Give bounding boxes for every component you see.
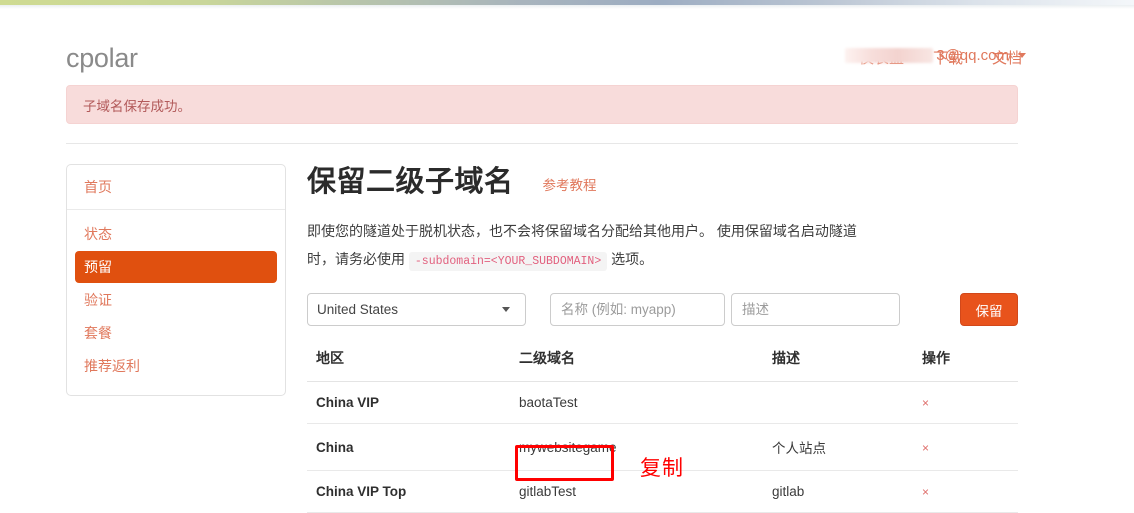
cell-region: China (307, 423, 510, 471)
page-title: 保留二级子域名 (307, 166, 514, 198)
alert-message: 子域名保存成功。 (83, 98, 191, 114)
main-content: 保留二级子域名 参考教程 即使您的隧道处于脱机状态，也不会将保留域名分配给其他用… (307, 164, 1018, 276)
site-header: cpolar 仪表盘 下载 文档 3@qq.com (0, 9, 1134, 72)
sidebar-item-label: 预留 (84, 259, 112, 275)
column-header-subdomain: 二级域名 (510, 340, 763, 382)
cell-description: 个人站点 (763, 423, 913, 471)
cell-action: × (913, 381, 1018, 424)
table-header-row: 地区 二级域名 描述 操作 (307, 340, 1018, 382)
reserved-domains-table: 地区 二级域名 描述 操作 China VIP baotaTest × Chin… (307, 340, 1018, 513)
sidebar-item-label: 套餐 (84, 325, 112, 341)
sidebar-item-home[interactable]: 首页 (67, 165, 285, 210)
table-head: 地区 二级域名 描述 操作 (307, 340, 1018, 382)
redacted-email-blur (845, 48, 934, 63)
sidebar-item-reserved[interactable]: 预留 (75, 251, 277, 283)
column-header-action: 操作 (913, 340, 1018, 382)
title-row: 保留二级子域名 参考教程 (307, 164, 1018, 202)
description-text-2: 选项。 (607, 250, 654, 267)
delete-icon[interactable]: × (922, 441, 929, 455)
cell-region: China VIP (307, 381, 510, 424)
sidebar-item-auth[interactable]: 验证 (75, 284, 277, 316)
cell-action: × (913, 423, 1018, 471)
sidebar-item-status[interactable]: 状态 (75, 218, 277, 250)
sidebar-item-plan[interactable]: 套餐 (75, 317, 277, 349)
cell-subdomain: mywebsitegame (510, 423, 763, 471)
sidebar-item-label: 验证 (84, 292, 112, 308)
sidebar-item-label: 状态 (84, 226, 112, 242)
region-select[interactable]: United States (307, 293, 526, 326)
status-alert: 子域名保存成功。 (66, 85, 1018, 124)
user-menu[interactable]: 3@qq.com (845, 47, 1026, 64)
chevron-down-icon (1018, 53, 1026, 58)
table-body: China VIP baotaTest × China mywebsitegam… (307, 381, 1018, 513)
sidebar-item-referral[interactable]: 推荐返利 (75, 350, 277, 382)
tutorial-link[interactable]: 参考教程 (543, 174, 597, 194)
cell-subdomain: gitlabTest (510, 470, 763, 513)
table-row: China VIP Top gitlabTest gitlab × (307, 470, 1018, 513)
delete-icon[interactable]: × (922, 485, 929, 499)
column-header-region: 地区 (307, 340, 510, 382)
table-row: China mywebsitegame 个人站点 × (307, 423, 1018, 471)
description-input[interactable] (731, 293, 900, 326)
cell-description (763, 381, 913, 424)
sidebar-list: 状态 预留 验证 套餐 推荐返利 (67, 210, 285, 395)
sidebar-home-label: 首页 (84, 179, 112, 195)
reserve-form: United States 保留 (307, 293, 1018, 326)
sidebar-item-label: 推荐返利 (84, 358, 140, 374)
table-row: China VIP baotaTest × (307, 381, 1018, 424)
sidebar: 首页 状态 预留 验证 套餐 推荐返利 (66, 164, 286, 396)
brand-logo[interactable]: cpolar (66, 45, 138, 72)
page-description: 即使您的隧道处于脱机状态，也不会将保留域名分配给其他用户。 使用保留域名启动隧道… (307, 217, 867, 276)
cell-subdomain: baotaTest (510, 381, 763, 424)
cell-region: China VIP Top (307, 470, 510, 513)
reserve-submit-button[interactable]: 保留 (960, 293, 1018, 326)
subdomain-name-input[interactable] (550, 293, 725, 326)
cell-action: × (913, 470, 1018, 513)
header-divider (66, 143, 1018, 144)
user-email-label: 3@qq.com (936, 47, 1009, 64)
subdomain-flag-code: -subdomain=<YOUR_SUBDOMAIN> (408, 251, 608, 271)
delete-icon[interactable]: × (922, 396, 929, 410)
column-header-description: 描述 (763, 340, 913, 382)
cell-description: gitlab (763, 470, 913, 513)
